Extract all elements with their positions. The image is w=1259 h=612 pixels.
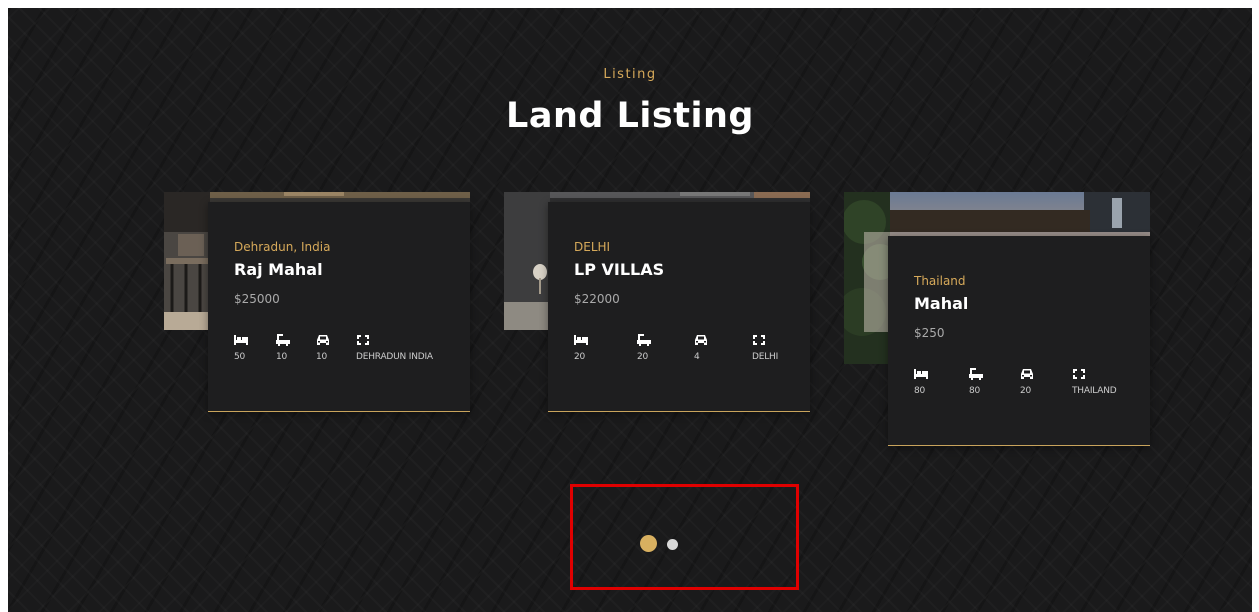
car-icon: [317, 335, 329, 345]
feature-value: THAILAND: [1072, 386, 1117, 396]
bed-icon: [574, 335, 588, 345]
bath-icon: [637, 334, 651, 346]
car-icon: [1021, 369, 1033, 379]
listing-location: DELHI: [574, 240, 611, 254]
listing-section: Listing Land Listing Dehradun, India Raj…: [8, 8, 1252, 612]
feature-value: DEHRADUN INDIA: [356, 352, 433, 362]
listing-name[interactable]: LP VILLAS: [574, 260, 664, 279]
listing-price: $22000: [574, 292, 620, 306]
listing-card[interactable]: Thailand Mahal $250 80 80 20 THAILAND: [844, 192, 1150, 448]
feature-value: DELHI: [752, 352, 779, 362]
feature-area: DELHI: [752, 334, 808, 362]
listing-name[interactable]: Mahal: [914, 294, 968, 313]
area-icon: [753, 335, 765, 345]
section-title: Land Listing: [506, 96, 754, 136]
bed-icon: [234, 335, 248, 345]
listing-price: $250: [914, 326, 945, 340]
bath-icon: [276, 334, 290, 346]
feature-value: 20: [574, 352, 586, 362]
section-eyebrow: Listing: [603, 67, 657, 82]
feature-area: THAILAND: [1072, 368, 1148, 396]
bed-icon: [914, 369, 928, 379]
listing-card[interactable]: Dehradun, India Raj Mahal $25000 50 10 1…: [164, 192, 470, 414]
car-icon: [695, 335, 707, 345]
feature-bedrooms: 20: [574, 334, 644, 362]
bath-icon: [969, 368, 983, 380]
listing-price: $25000: [234, 292, 280, 306]
listing-location: Thailand: [914, 274, 966, 288]
area-icon: [1073, 369, 1085, 379]
listing-name[interactable]: Raj Mahal: [234, 260, 323, 279]
listing-card[interactable]: DELHI LP VILLAS $22000 20 20 4 DELHI: [504, 192, 810, 414]
area-icon: [357, 335, 369, 345]
feature-area: DEHRADUN INDIA: [356, 334, 466, 362]
listing-info-card: Thailand Mahal $250 80 80 20 THAILAND: [888, 236, 1150, 446]
highlight-box: [570, 484, 799, 590]
listing-info-card: Dehradun, India Raj Mahal $25000 50 10 1…: [208, 202, 470, 412]
listing-info-card: DELHI LP VILLAS $22000 20 20 4 DELHI: [548, 202, 810, 412]
listing-location: Dehradun, India: [234, 240, 331, 254]
